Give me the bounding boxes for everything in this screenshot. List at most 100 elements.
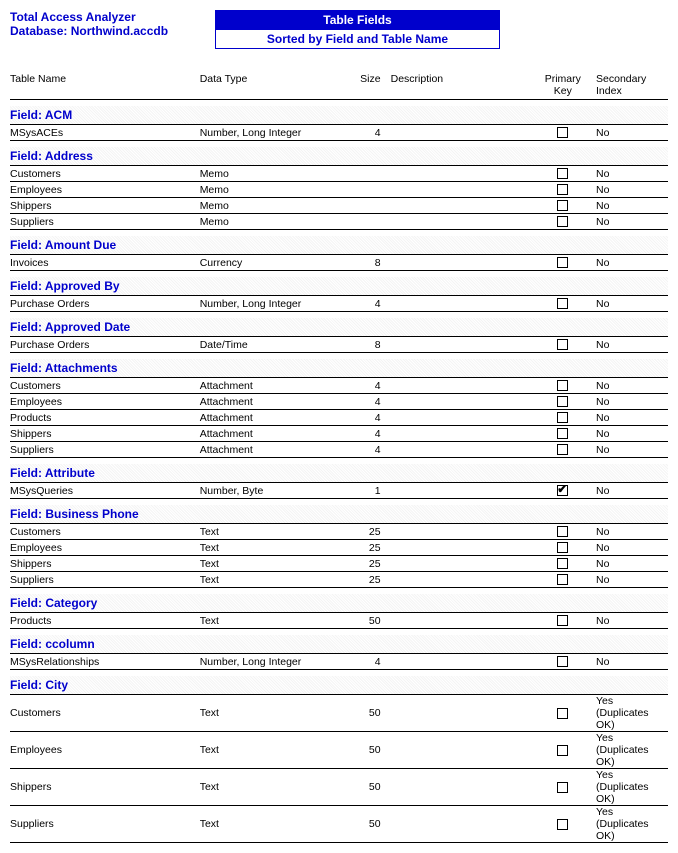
cell-size: 25 [349,542,385,554]
table-row: CustomersText50Yes (Duplicates OK) [10,695,668,732]
table-row: ShippersText25No [10,556,668,572]
cell-primary-key [536,380,590,392]
cell-table-name: Shippers [10,558,200,570]
cell-data-type: Text [200,707,349,719]
cell-primary-key [536,707,590,719]
cell-table-name: Shippers [10,200,200,212]
field-group-header: Field: Attachments [10,359,668,378]
cell-primary-key [536,615,590,627]
table-row: Purchase OrdersDate/Time8No [10,337,668,353]
cell-primary-key [536,818,590,830]
cell-size: 4 [349,656,385,668]
cell-primary-key [536,396,590,408]
cell-primary-key [536,444,590,456]
cell-primary-key [536,257,590,269]
table-row: ShippersText50Yes (Duplicates OK) [10,769,668,806]
cell-data-type: Date/Time [200,339,349,351]
table-row: SuppliersText25No [10,572,668,588]
cell-secondary-index: No [590,656,668,668]
table-row: EmployeesText50Yes (Duplicates OK) [10,732,668,769]
cell-primary-key [536,184,590,196]
cell-data-type: Memo [200,168,349,180]
cell-table-name: Products [10,412,200,424]
field-group: Field: Approved ByPurchase OrdersNumber,… [10,277,668,312]
table-row: CustomersMemoNo [10,166,668,182]
cell-data-type: Memo [200,184,349,196]
cell-size: 25 [349,526,385,538]
table-row: SuppliersMemoNo [10,214,668,230]
cell-primary-key [536,127,590,139]
cell-secondary-index: No [590,127,668,139]
checkbox-unchecked-icon [557,339,568,350]
table-row: SuppliersAttachment4No [10,442,668,458]
cell-size: 50 [349,615,385,627]
app-title: Total Access Analyzer [10,10,215,24]
cell-table-name: Purchase Orders [10,298,200,310]
cell-size: 50 [349,744,385,756]
cell-secondary-index: No [590,216,668,228]
header-center: Table Fields Sorted by Field and Table N… [215,10,500,49]
checkbox-unchecked-icon [557,819,568,830]
cell-data-type: Attachment [200,396,349,408]
cell-table-name: Customers [10,707,200,719]
field-group: Field: Approved DatePurchase OrdersDate/… [10,318,668,353]
cell-secondary-index: No [590,526,668,538]
col-header-table: Table Name [10,73,200,97]
cell-table-name: Invoices [10,257,200,269]
cell-table-name: Suppliers [10,444,200,456]
column-headers: Table Name Data Type Size Description Pr… [10,73,668,100]
checkbox-unchecked-icon [557,184,568,195]
cell-data-type: Text [200,526,349,538]
table-row: CustomersText25No [10,524,668,540]
cell-primary-key [536,526,590,538]
report-title: Table Fields [215,10,500,30]
field-group: Field: ccolumnMSysRelationshipsNumber, L… [10,635,668,670]
cell-table-name: Purchase Orders [10,339,200,351]
cell-data-type: Number, Long Integer [200,656,349,668]
checkbox-unchecked-icon [557,298,568,309]
database-label: Database: Northwind.accdb [10,24,215,38]
cell-primary-key [536,412,590,424]
field-group-header: Field: Address [10,147,668,166]
cell-data-type: Text [200,574,349,586]
cell-secondary-index: Yes (Duplicates OK) [590,732,668,768]
col-header-idx: Secondary Index [590,73,668,97]
cell-table-name: Employees [10,542,200,554]
cell-table-name: Employees [10,184,200,196]
checkbox-unchecked-icon [557,574,568,585]
checkbox-unchecked-icon [557,558,568,569]
cell-primary-key [536,428,590,440]
cell-data-type: Text [200,542,349,554]
cell-secondary-index: No [590,257,668,269]
cell-secondary-index: No [590,558,668,570]
cell-size: 4 [349,298,385,310]
cell-secondary-index: No [590,396,668,408]
cell-primary-key [536,744,590,756]
table-row: MSysQueriesNumber, Byte1No [10,483,668,499]
table-row: ShippersMemoNo [10,198,668,214]
field-group-header: Field: Business Phone [10,505,668,524]
checkbox-unchecked-icon [557,615,568,626]
field-group: Field: CategoryProductsText50No [10,594,668,629]
cell-size: 8 [349,339,385,351]
cell-primary-key [536,574,590,586]
cell-data-type: Attachment [200,380,349,392]
checkbox-checked-icon [557,485,568,496]
table-row: ShippersAttachment4No [10,426,668,442]
cell-table-name: Suppliers [10,818,200,830]
table-row: InvoicesCurrency8No [10,255,668,271]
cell-secondary-index: Yes (Duplicates OK) [590,695,668,731]
cell-table-name: Employees [10,744,200,756]
db-name: Northwind.accdb [71,24,168,38]
cell-primary-key [536,781,590,793]
groups-container: Field: ACMMSysACEsNumber, Long Integer4N… [10,106,668,843]
cell-secondary-index: No [590,428,668,440]
cell-data-type: Currency [200,257,349,269]
checkbox-unchecked-icon [557,708,568,719]
cell-data-type: Text [200,781,349,793]
cell-data-type: Attachment [200,444,349,456]
cell-primary-key [536,542,590,554]
cell-table-name: Customers [10,380,200,392]
cell-table-name: Shippers [10,428,200,440]
cell-table-name: Employees [10,396,200,408]
